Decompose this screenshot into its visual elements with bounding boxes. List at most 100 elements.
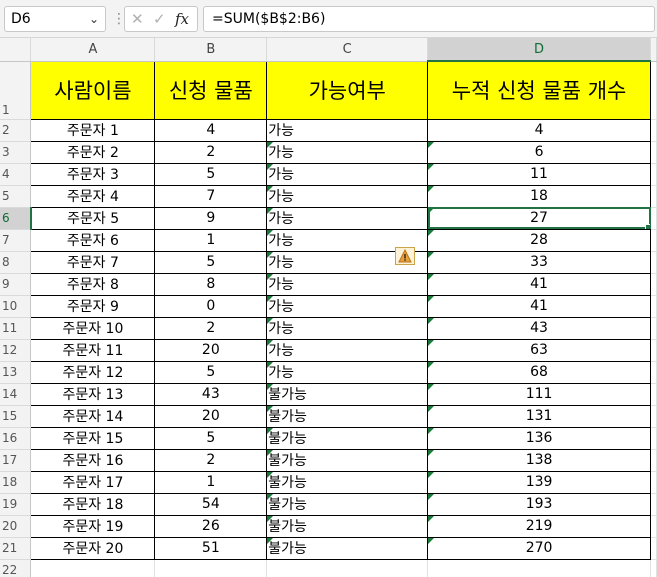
row-header[interactable]: 7 xyxy=(0,229,32,252)
row-header[interactable]: 14 xyxy=(0,383,32,406)
column-header-b[interactable]: B xyxy=(154,38,268,62)
name-cell[interactable]: 주문자 4 xyxy=(30,184,156,208)
cumulative-cell[interactable]: 43 xyxy=(427,316,651,340)
row-header[interactable]: 3 xyxy=(0,141,32,164)
cumulative-cell[interactable]: 18 xyxy=(427,184,651,208)
name-cell[interactable]: 주문자 19 xyxy=(30,514,156,538)
more-options-icon[interactable]: ⋮ xyxy=(112,8,126,30)
name-box[interactable]: D6 ⌄ xyxy=(4,6,106,32)
cumulative-cell[interactable]: 63 xyxy=(427,338,651,362)
status-cell[interactable]: 가능 xyxy=(266,272,429,296)
quantity-cell[interactable]: 1 xyxy=(154,228,268,252)
chevron-down-icon[interactable]: ⌄ xyxy=(89,7,99,31)
cumulative-cell[interactable]: 4 xyxy=(427,118,651,142)
quantity-cell[interactable]: 0 xyxy=(154,294,268,318)
row-header[interactable]: 4 xyxy=(0,163,32,186)
row-header[interactable]: 6 xyxy=(0,207,32,230)
row-header[interactable]: 15 xyxy=(0,405,32,428)
name-cell[interactable]: 주문자 7 xyxy=(30,250,156,274)
quantity-cell[interactable]: 4 xyxy=(154,118,268,142)
status-cell[interactable]: 불가능 xyxy=(266,492,429,516)
cumulative-cell[interactable]: 138 xyxy=(427,448,651,472)
cumulative-cell[interactable]: 219 xyxy=(427,514,651,538)
quantity-cell[interactable]: 43 xyxy=(154,382,268,406)
empty-cell[interactable] xyxy=(650,537,657,560)
column-header-d[interactable]: D xyxy=(427,38,651,62)
cumulative-cell[interactable]: 28 xyxy=(427,228,651,252)
row-header[interactable]: 22 xyxy=(0,559,32,577)
name-cell[interactable]: 주문자 9 xyxy=(30,294,156,318)
status-cell[interactable]: 불가능 xyxy=(266,470,429,494)
quantity-cell[interactable]: 9 xyxy=(154,206,268,230)
row-header[interactable]: 13 xyxy=(0,361,32,384)
status-cell[interactable]: 불가능 xyxy=(266,514,429,538)
empty-cell[interactable] xyxy=(650,119,657,142)
empty-cell[interactable] xyxy=(30,559,156,577)
quantity-cell[interactable]: 5 xyxy=(154,360,268,384)
warning-icon[interactable] xyxy=(395,247,415,265)
close-icon[interactable]: ✕ xyxy=(131,9,144,29)
row-header[interactable]: 12 xyxy=(0,339,32,362)
empty-cell[interactable] xyxy=(650,339,657,362)
cumulative-cell[interactable]: 193 xyxy=(427,492,651,516)
cumulative-cell[interactable]: 41 xyxy=(427,272,651,296)
cumulative-cell[interactable]: 11 xyxy=(427,162,651,186)
empty-cell[interactable] xyxy=(154,559,268,577)
row-header[interactable]: 10 xyxy=(0,295,32,318)
formula-input[interactable]: =SUM($B$2:B6) xyxy=(203,6,655,32)
quantity-cell[interactable]: 5 xyxy=(154,250,268,274)
empty-cell[interactable] xyxy=(650,405,657,428)
header-cell-cumulative[interactable]: 누적 신청 물품 개수 xyxy=(427,60,651,120)
row-header[interactable]: 20 xyxy=(0,515,32,538)
status-cell[interactable]: 가능 xyxy=(266,338,429,362)
empty-cell[interactable] xyxy=(650,449,657,472)
name-cell[interactable]: 주문자 20 xyxy=(30,536,156,560)
name-cell[interactable]: 주문자 14 xyxy=(30,404,156,428)
name-cell[interactable]: 주문자 1 xyxy=(30,118,156,142)
empty-cell[interactable] xyxy=(650,251,657,274)
empty-cell[interactable] xyxy=(650,229,657,252)
row-header[interactable]: 19 xyxy=(0,493,32,516)
status-cell[interactable]: 가능 xyxy=(266,294,429,318)
cumulative-cell[interactable]: 27 xyxy=(427,206,651,230)
quantity-cell[interactable]: 5 xyxy=(154,426,268,450)
status-cell[interactable]: 가능 xyxy=(266,206,429,230)
empty-cell[interactable] xyxy=(650,493,657,516)
name-cell[interactable]: 주문자 17 xyxy=(30,470,156,494)
name-cell[interactable]: 주문자 5 xyxy=(30,206,156,230)
name-cell[interactable]: 주문자 10 xyxy=(30,316,156,340)
status-cell[interactable]: 가능 xyxy=(266,360,429,384)
cumulative-cell[interactable]: 270 xyxy=(427,536,651,560)
insert-function-button[interactable]: fx xyxy=(175,9,189,29)
name-cell[interactable]: 주문자 16 xyxy=(30,448,156,472)
empty-cell[interactable] xyxy=(650,185,657,208)
check-icon[interactable]: ✓ xyxy=(153,9,166,29)
status-cell[interactable]: 가능 xyxy=(266,140,429,164)
status-cell[interactable]: 가능 xyxy=(266,118,429,142)
column-header-e[interactable] xyxy=(650,38,657,62)
cumulative-cell[interactable]: 33 xyxy=(427,250,651,274)
row-header[interactable]: 17 xyxy=(0,449,32,472)
cumulative-cell[interactable]: 68 xyxy=(427,360,651,384)
name-cell[interactable]: 주문자 3 xyxy=(30,162,156,186)
empty-cell[interactable] xyxy=(650,559,657,577)
name-cell[interactable]: 주문자 2 xyxy=(30,140,156,164)
status-cell[interactable]: 가능 xyxy=(266,184,429,208)
header-cell-name[interactable]: 사람이름 xyxy=(30,60,156,120)
quantity-cell[interactable]: 2 xyxy=(154,140,268,164)
quantity-cell[interactable]: 7 xyxy=(154,184,268,208)
status-cell[interactable]: 불가능 xyxy=(266,536,429,560)
row-header[interactable]: 9 xyxy=(0,273,32,296)
status-cell[interactable]: 가능 xyxy=(266,162,429,186)
cumulative-cell[interactable]: 139 xyxy=(427,470,651,494)
empty-cell[interactable] xyxy=(650,427,657,450)
quantity-cell[interactable]: 20 xyxy=(154,338,268,362)
empty-cell[interactable] xyxy=(650,207,657,230)
quantity-cell[interactable]: 51 xyxy=(154,536,268,560)
status-cell[interactable]: 불가능 xyxy=(266,448,429,472)
name-cell[interactable]: 주문자 6 xyxy=(30,228,156,252)
empty-cell[interactable] xyxy=(650,163,657,186)
empty-cell[interactable] xyxy=(427,559,651,577)
empty-cell[interactable] xyxy=(650,317,657,340)
empty-cell[interactable] xyxy=(650,295,657,318)
